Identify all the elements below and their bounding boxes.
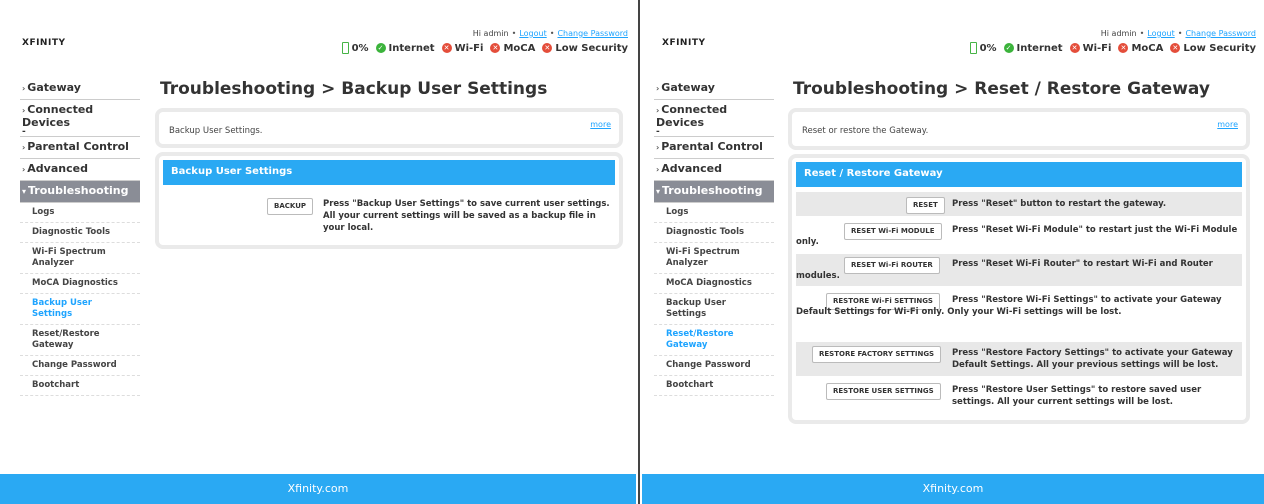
table-row: RESET Press "Reset" button to restart th… [796,192,1242,216]
nav-advanced[interactable]: › Advanced [20,159,140,181]
check-icon: ✓ [375,43,386,53]
sidebar-item-diagnostic-tools[interactable]: Diagnostic Tools [654,223,774,243]
x-icon: ✕ [441,43,452,53]
intro-text: Reset or restore the Gateway. [802,126,929,136]
window-divider [638,0,640,504]
sidebar-item-logs[interactable]: Logs [654,203,774,223]
table-row: RESTORE FACTORY SETTINGS Press "Restore … [796,342,1242,376]
nav-connected-devices[interactable]: › Connected Devices - [20,100,140,137]
logout-link[interactable]: Logout [1147,29,1174,38]
nav-troubleshooting[interactable]: ▾ Troubleshooting [654,181,774,203]
more-link[interactable]: more [590,120,611,129]
reset-wifi-router-description: Press "Reset Wi-Fi Router" to restart Wi… [796,259,1213,281]
table-row: RESET Wi-Fi MODULE Press "Reset Wi-Fi Mo… [796,220,1242,250]
sidebar-item-change-password[interactable]: Change Password [654,356,774,376]
status-moca: MoCA [503,42,536,54]
page-title: Troubleshooting > Backup User Settings [160,79,548,99]
nav-troubleshooting[interactable]: ▾ Troubleshooting [20,181,140,203]
page-title: Troubleshooting > Reset / Restore Gatewa… [793,79,1210,99]
table-row: RESET Wi-Fi ROUTER Press "Reset Wi-Fi Ro… [796,254,1242,286]
footer[interactable]: Xfinity.com [0,474,636,504]
sidebar-item-diagnostic-tools[interactable]: Diagnostic Tools [20,223,140,243]
sidebar-item-backup-user-settings[interactable]: Backup User Settings [654,294,774,325]
sidebar-item-logs[interactable]: Logs [20,203,140,223]
nav-parental-control[interactable]: › Parental Control [20,137,140,159]
x-icon: ✕ [490,43,501,53]
battery-icon [969,42,977,54]
nav-connected-devices[interactable]: › Connected Devices - [654,100,774,137]
nav-parental-control[interactable]: › Parental Control [654,137,774,159]
sidebar-item-wifi-spectrum[interactable]: Wi-Fi Spectrum Analyzer [654,243,774,274]
status-bar: 0% ✓ Internet ✕ Wi-Fi ✕ MoCA ✕ Low Security [969,42,1256,54]
restore-user-settings-description: Press "Restore User Settings" to restore… [952,385,1202,407]
more-link[interactable]: more [1217,120,1238,129]
reset-wifi-module-description: Press "Reset Wi-Fi Module" to restart ju… [796,225,1238,247]
reset-description: Press "Reset" button to restart the gate… [952,199,1167,209]
status-wifi: Wi-Fi [1082,42,1112,54]
sidebar-item-change-password[interactable]: Change Password [20,356,140,376]
nav-advanced[interactable]: › Advanced [654,159,774,181]
table-row: RESTORE Wi-Fi SETTINGS Press "Restore Wi… [796,290,1242,334]
status-security: Low Security [555,42,628,54]
user-bar: Hi admin • Logout • Change Password [472,29,628,38]
right-window: XFINITY Hi admin • Logout • Change Password … [642,0,1264,504]
sidebar-item-wifi-spectrum[interactable]: Wi-Fi Spectrum Analyzer [20,243,140,274]
status-bar: 0% ✓ Internet ✕ Wi-Fi ✕ MoCA ✕ Low Security [341,42,628,54]
backup-card: Backup User Settings BACKUP Press "Backu… [155,152,623,249]
x-icon: ✕ [1118,43,1129,53]
status-moca: MoCA [1131,42,1164,54]
x-icon: ✕ [1170,43,1181,53]
check-icon: ✓ [1003,43,1014,53]
backup-description: Press "Backup User Settings" to save cur… [323,199,610,233]
sidebar-nav: › Gateway › Connected Devices - › Parental C… [20,78,140,396]
restore-user-settings-button[interactable]: RESTORE USER SETTINGS [826,383,941,400]
sidebar-item-moca-diagnostics[interactable]: MoCA Diagnostics [654,274,774,294]
user-bar: Hi admin • Logout • Change Password [1100,29,1256,38]
greeting: Hi admin [1100,29,1137,38]
intro-card: Backup User Settings. more [155,108,623,148]
sidebar-item-bootchart[interactable]: Bootchart [654,376,774,396]
table-row: RESTORE USER SETTINGS Press "Restore Use… [796,380,1242,414]
restore-factory-settings-button[interactable]: RESTORE FACTORY SETTINGS [812,346,942,363]
reset-restore-card: Reset / Restore Gateway RESET Press "Res… [788,154,1250,424]
status-security: Low Security [1183,42,1256,54]
restore-factory-settings-description: Press "Restore Factory Settings" to acti… [952,348,1233,370]
sidebar-item-bootchart[interactable]: Bootchart [20,376,140,396]
battery-level: 0% [979,42,997,54]
intro-card: Reset or restore the Gateway. more [788,108,1250,150]
x-icon: ✕ [1069,43,1080,53]
status-internet: Internet [1016,42,1063,54]
nav-gateway[interactable]: › Gateway [654,78,774,100]
sidebar-item-backup-user-settings[interactable]: Backup User Settings [20,294,140,325]
status-wifi: Wi-Fi [454,42,484,54]
footer[interactable]: Xfinity.com [642,474,1264,504]
section-header: Reset / Restore Gateway [796,162,1242,187]
sidebar-item-moca-diagnostics[interactable]: MoCA Diagnostics [20,274,140,294]
section-header: Backup User Settings [163,160,615,185]
x-icon: ✕ [542,43,553,53]
reset-button[interactable]: RESET [906,197,945,214]
change-password-link[interactable]: Change Password [557,29,628,38]
nav-gateway[interactable]: › Gateway [20,78,140,100]
change-password-link[interactable]: Change Password [1185,29,1256,38]
greeting: Hi admin [472,29,509,38]
logout-link[interactable]: Logout [519,29,546,38]
intro-text: Backup User Settings. [169,126,263,136]
battery-level: 0% [351,42,369,54]
restore-wifi-settings-description: Press "Restore Wi-Fi Settings" to activa… [796,295,1222,317]
sidebar-nav: › Gateway › Connected Devices - › Parental C… [654,78,774,396]
logo: XFINITY [662,38,706,48]
status-internet: Internet [388,42,435,54]
battery-icon [341,42,349,54]
sidebar-item-reset-restore[interactable]: Reset/Restore Gateway [20,325,140,356]
sidebar-item-reset-restore[interactable]: Reset/Restore Gateway [654,325,774,356]
logo: XFINITY [22,38,66,48]
left-window: XFINITY Hi admin • Logout • Change Password … [0,0,636,504]
